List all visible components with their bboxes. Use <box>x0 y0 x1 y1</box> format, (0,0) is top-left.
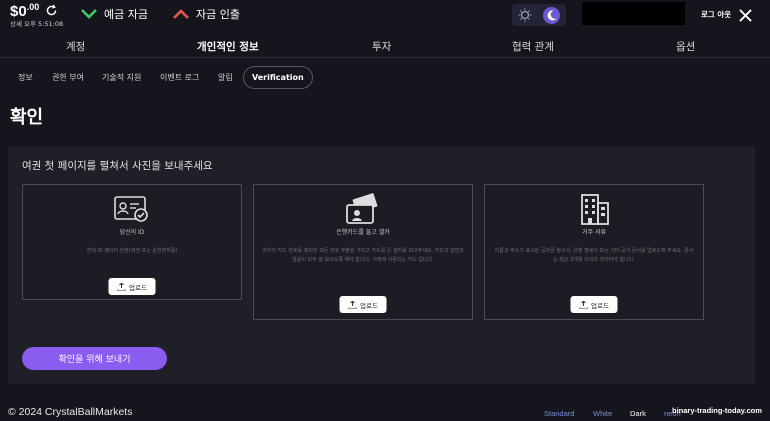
upload-card-bank-selfie: 은행카드를 들고 셀카 귀하의 카드 번호를 제외한 모든 번호 부분을 가리고… <box>253 184 473 320</box>
upload-icon <box>348 300 357 309</box>
tab-tech-support[interactable]: 기술적 지원 <box>102 72 141 83</box>
moon-icon <box>547 10 557 21</box>
upload-card-id: 당신의 ID 전체 ID 페이지 한장(여권 또는 운전면허증) 업로드 <box>22 184 242 300</box>
top-bar: $0.00 상세 오후 5:51:08 예금 자금 자금 인출 로그 아웃 <box>0 0 770 30</box>
card-description: 전체 ID 페이지 한장(여권 또는 운전면허증) <box>86 248 178 254</box>
tab-verification[interactable]: Verification <box>243 66 313 89</box>
theme-toggle[interactable] <box>512 4 566 26</box>
upload-icon <box>579 300 588 309</box>
balance-cents: .00 <box>26 2 40 12</box>
upload-card-residence: 거주 서류 이름과 주소가 표시된 공과금 청구서, 은행 명세서 또는 기타 … <box>484 184 704 320</box>
theme-white-link[interactable]: White <box>593 409 612 418</box>
chevron-up-icon <box>173 9 189 19</box>
theme-standard-link[interactable]: Standard <box>544 409 574 418</box>
card-title: 당신의 ID <box>119 229 145 236</box>
bank-card-selfie-icon <box>346 193 378 224</box>
building-icon <box>581 194 609 225</box>
nav-partnership[interactable]: 협력 관계 <box>512 39 554 54</box>
sun-icon[interactable] <box>518 8 532 22</box>
page-title: 확인 <box>10 107 44 128</box>
deposit-label: 예금 자금 <box>104 8 148 21</box>
upload-icon <box>117 282 126 291</box>
card-title: 은행카드를 들고 셀카 <box>336 229 390 236</box>
close-icon[interactable] <box>739 9 752 22</box>
withdraw-label: 자금 인출 <box>196 8 240 21</box>
nav-options[interactable]: 옵션 <box>676 39 695 54</box>
upload-label: 업로드 <box>129 283 147 292</box>
main-nav: 계정 개인적인 정보 투자 협력 관계 옵션 <box>0 33 770 58</box>
copyright: © 2024 CrystalBallMarkets <box>8 406 133 418</box>
upload-button[interactable]: 업로드 <box>108 278 156 295</box>
deposit-button[interactable]: 예금 자금 <box>80 6 148 22</box>
submit-verification-button[interactable]: 확인을 위해 보내기 <box>22 347 167 370</box>
watermark: binary-trading-today.com <box>672 406 762 415</box>
moon-button[interactable] <box>543 7 560 24</box>
withdraw-button[interactable]: 자금 인출 <box>172 6 240 22</box>
refresh-icon[interactable] <box>45 4 58 17</box>
logout-button[interactable]: 로그 아웃 <box>701 9 731 20</box>
upload-button[interactable]: 업로드 <box>570 296 618 313</box>
card-description: 이름과 주소가 표시된 공과금 청구서, 은행 명세서 또는 기타 공식 문서를… <box>494 248 694 263</box>
nav-invest[interactable]: 투자 <box>372 39 391 54</box>
tab-notifications[interactable]: 알림 <box>218 72 233 83</box>
theme-dark-link[interactable]: Dark <box>630 409 646 418</box>
server-time: 상세 오후 5:51:08 <box>10 20 64 28</box>
tab-info[interactable]: 정보 <box>18 72 33 83</box>
upload-label: 업로드 <box>360 301 378 310</box>
card-title: 거주 서류 <box>582 229 606 236</box>
tab-event-log[interactable]: 이벤트 로그 <box>160 72 199 83</box>
redacted-area <box>582 2 685 25</box>
sub-nav: 정보 권한 부여 기술적 지원 이벤트 로그 알림 Verification <box>0 64 770 90</box>
tab-authorization[interactable]: 권한 부여 <box>52 72 84 83</box>
id-card-icon <box>114 196 148 222</box>
nav-account[interactable]: 계정 <box>66 39 85 54</box>
upload-label: 업로드 <box>591 301 609 310</box>
chevron-down-icon <box>81 9 97 19</box>
instruction-text: 여권 첫 페이지를 펼쳐서 사진을 보내주세요 <box>22 160 213 172</box>
nav-personal-info[interactable]: 개인적인 정보 <box>197 39 259 54</box>
upload-button[interactable]: 업로드 <box>339 296 387 313</box>
card-description: 귀하의 카드 번호를 제외한 모든 번호 부분을 가리고 카드를 든 셀카를 보… <box>262 248 464 263</box>
